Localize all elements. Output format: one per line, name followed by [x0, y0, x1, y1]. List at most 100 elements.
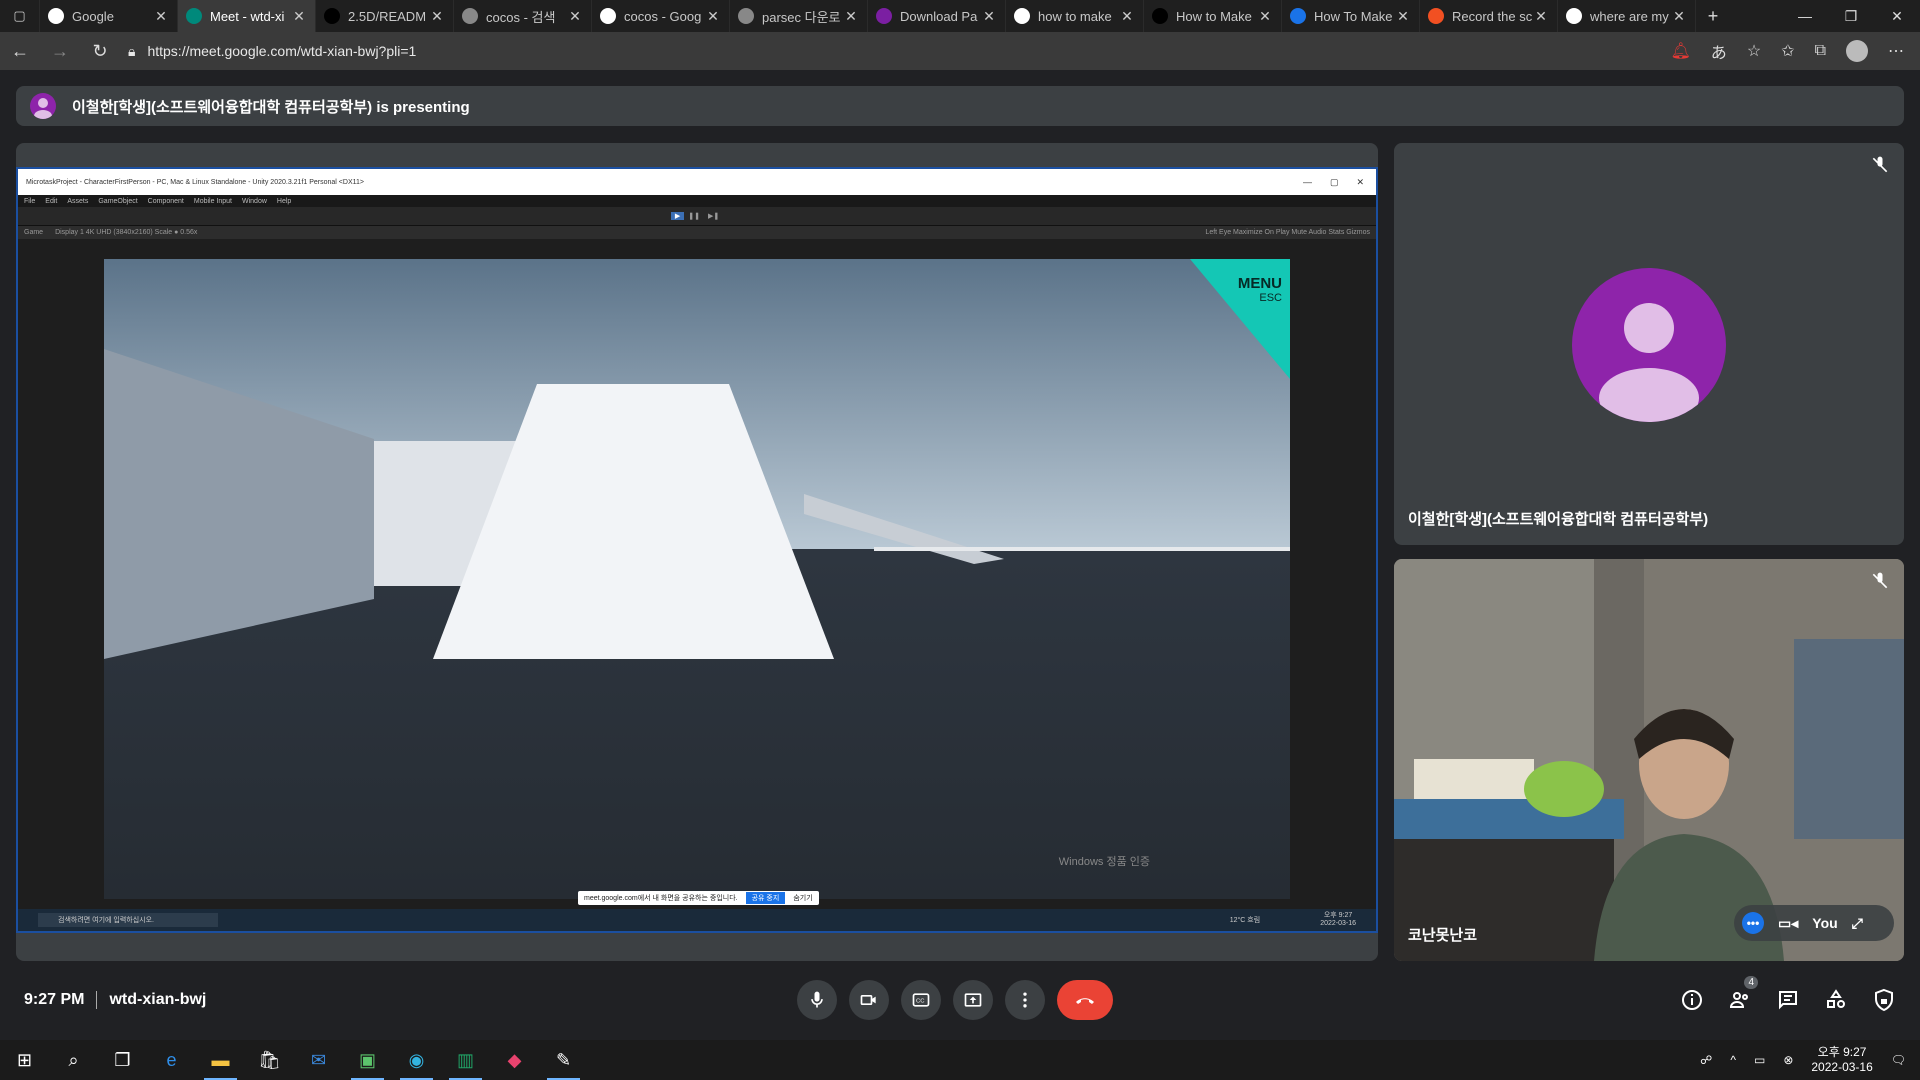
unity-menu-item[interactable]: Assets	[67, 198, 88, 205]
hide-notice-button[interactable]: 숨기기	[793, 893, 812, 903]
app-icon[interactable]: ◆	[490, 1040, 539, 1080]
action-center-icon[interactable]: 🗨︎	[1891, 1053, 1906, 1067]
notification-blocked-icon[interactable]: 🔔︎	[1670, 41, 1690, 61]
windows-start-icon[interactable]: ⊞	[0, 1040, 49, 1080]
new-tab-icon[interactable]: +	[1696, 6, 1730, 27]
unity-maximize-icon[interactable]: ▢	[1330, 177, 1339, 188]
browser-tab[interactable]: Google ✕	[40, 0, 178, 32]
unity-menu-item[interactable]: Help	[277, 198, 291, 205]
tab-close-icon[interactable]: ✕	[153, 8, 169, 25]
taskbar-clock[interactable]: 오후 9:27 2022-03-16	[1811, 1045, 1872, 1075]
lock-icon: 🔒︎	[128, 42, 136, 59]
paint-icon[interactable]: ✎	[539, 1040, 588, 1080]
unity-close-icon[interactable]: ✕	[1356, 177, 1364, 188]
browser-tab[interactable]: how to make ✕	[1006, 0, 1144, 32]
browser-tab[interactable]: How to Make ✕	[1144, 0, 1282, 32]
store-icon[interactable]: 🛍︎	[245, 1040, 294, 1080]
url-field[interactable]: 🔒︎ https://meet.google.com/wtd-xian-bwj?…	[128, 43, 416, 60]
collections-icon[interactable]: ⧉	[1815, 42, 1826, 60]
browser-tab[interactable]: cocos - Goog ✕	[592, 0, 730, 32]
close-window-icon[interactable]: ✕	[1874, 8, 1920, 25]
tab-label: Download Pa	[900, 8, 978, 24]
favorites-bar-icon[interactable]: ✩	[1781, 41, 1794, 61]
network-icon[interactable]: ▭	[1754, 1053, 1765, 1067]
tab-close-icon[interactable]: ✕	[1257, 8, 1273, 25]
unity-menu-item[interactable]: Component	[148, 198, 184, 205]
mail-icon[interactable]: ✉	[294, 1040, 343, 1080]
captions-button[interactable]: CC	[901, 980, 941, 1020]
tab-close-icon[interactable]: ✕	[705, 8, 721, 25]
favorite-icon[interactable]: ☆	[1747, 41, 1761, 61]
unity-menu-item[interactable]: Window	[242, 198, 267, 205]
forward-icon[interactable]: →	[40, 41, 80, 62]
browser-tab[interactable]: Record the sc ✕	[1420, 0, 1558, 32]
tab-close-icon[interactable]: ✕	[291, 8, 307, 25]
unity-menu-item[interactable]: GameObject	[98, 198, 137, 205]
chat-icon	[1779, 991, 1797, 1010]
profile-avatar[interactable]	[1846, 40, 1868, 62]
activities-button[interactable]	[1822, 986, 1850, 1014]
browser-tab[interactable]: parsec 다운로 ✕	[730, 0, 868, 32]
unity-menu-item[interactable]: Mobile Input	[194, 198, 232, 205]
expand-icon[interactable]: ⤢	[1852, 915, 1863, 932]
pause-icon[interactable]: ❚❚	[684, 212, 704, 220]
toolbar-icons: 🔔︎ あ ☆ ✩ ⧉ ⋯	[1670, 39, 1920, 63]
browser-tab[interactable]: where are my ✕	[1558, 0, 1696, 32]
volume-icon[interactable]: ⊗	[1783, 1053, 1793, 1067]
photos-icon[interactable]: ▣	[343, 1040, 392, 1080]
browser-tab[interactable]: 2.5D/READM ✕	[316, 0, 454, 32]
reload-icon[interactable]: ↻	[80, 41, 120, 62]
more-menu-icon[interactable]: ⋯	[1888, 41, 1904, 61]
play-icon[interactable]: ▶	[670, 212, 685, 220]
camera-icon[interactable]: ▭◂	[1778, 915, 1798, 932]
more-options-button[interactable]	[1005, 980, 1045, 1020]
browser-tab[interactable]: How To Make ✕	[1282, 0, 1420, 32]
leave-call-button[interactable]	[1057, 980, 1113, 1020]
step-icon[interactable]: ▶❚	[704, 212, 723, 220]
display-options[interactable]: Display 1 4K UHD (3840x2160) Scale ● 0.5…	[55, 229, 197, 236]
tab-close-icon[interactable]: ✕	[843, 8, 859, 25]
browser-tab[interactable]: cocos - 검색 ✕	[454, 0, 592, 32]
meeting-details-button[interactable]	[1678, 986, 1706, 1014]
host-controls-button[interactable]	[1870, 986, 1898, 1014]
unity-menu-item[interactable]: File	[24, 198, 35, 205]
tab-actions-icon[interactable]: ▢	[0, 0, 40, 32]
edge-icon[interactable]: ◉	[392, 1040, 441, 1080]
tab-close-icon[interactable]: ✕	[1395, 8, 1411, 25]
show-hidden-icon[interactable]: ^	[1730, 1053, 1736, 1067]
mic-button[interactable]	[797, 980, 837, 1020]
tab-close-icon[interactable]: ✕	[981, 8, 997, 25]
unity-title-bar: MicrotaskProject - CharacterFirstPerson …	[18, 169, 1376, 195]
read-aloud-icon[interactable]: あ	[1711, 39, 1727, 63]
participant-tile[interactable]: 이철한[학생](소프트웨어융합대학 컴퓨터공학부)	[1394, 143, 1904, 545]
unity-minimize-icon[interactable]: —	[1303, 177, 1312, 188]
tab-close-icon[interactable]: ✕	[429, 8, 445, 25]
tab-close-icon[interactable]: ✕	[567, 8, 583, 25]
stop-sharing-button[interactable]: 공유 중지	[745, 892, 786, 904]
present-button[interactable]	[953, 980, 993, 1020]
people-button[interactable]: 4	[1726, 976, 1758, 1014]
tab-close-icon[interactable]: ✕	[1533, 8, 1549, 25]
people-tray-icon[interactable]: ☍	[1700, 1053, 1712, 1067]
game-tab[interactable]: Game	[24, 229, 43, 236]
participant-count-badge: 4	[1744, 976, 1758, 989]
browser-tab[interactable]: Download Pa ✕	[868, 0, 1006, 32]
chat-button[interactable]	[1774, 986, 1802, 1014]
camera-button[interactable]	[849, 980, 889, 1020]
search-icon[interactable]: ⌕	[49, 1040, 98, 1080]
minimize-icon[interactable]: —	[1782, 8, 1828, 25]
back-icon[interactable]: ←	[0, 41, 40, 62]
self-video-tile[interactable]: 코난못난코 ••• ▭◂ You ⤢	[1394, 559, 1904, 961]
tab-close-icon[interactable]: ✕	[1671, 8, 1687, 25]
browser-tab[interactable]: Meet - wtd-xi ✕	[178, 0, 316, 32]
more-options-icon[interactable]: •••	[1742, 912, 1764, 934]
game-options[interactable]: Left Eye Maximize On Play Mute Audio Sta…	[1205, 229, 1376, 236]
unity-menu-item[interactable]: Edit	[45, 198, 57, 205]
excel-icon[interactable]: ▥	[441, 1040, 490, 1080]
tab-close-icon[interactable]: ✕	[1119, 8, 1135, 25]
restore-icon[interactable]: ❐	[1828, 8, 1874, 25]
ie-icon[interactable]: e	[147, 1040, 196, 1080]
shared-search-box[interactable]: 검색하려면 여기에 입력하십시오.	[38, 913, 218, 927]
file-explorer-icon[interactable]: ▬	[196, 1040, 245, 1080]
task-view-icon[interactable]: ❐	[98, 1040, 147, 1080]
